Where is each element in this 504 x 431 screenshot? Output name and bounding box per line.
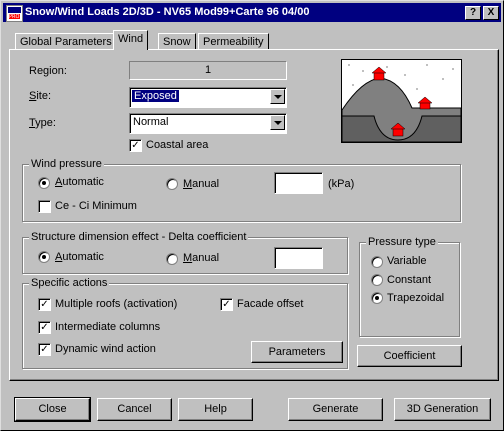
pressure-variable-label: Variable: [387, 255, 427, 267]
delta-coefficient-input[interactable]: [274, 247, 323, 269]
pressure-type-legend: Pressure type: [366, 236, 438, 248]
tab-label: Wind: [118, 33, 144, 45]
wind-pressure-automatic-label: Automatic: [55, 176, 104, 188]
structure-effect-legend: Structure dimension effect - Delta coeff…: [29, 231, 249, 243]
close-button[interactable]: Close: [14, 397, 91, 422]
region-field: 1: [129, 61, 287, 80]
svg-text:PRO: PRO: [9, 14, 19, 20]
tab-snow[interactable]: Snow: [158, 33, 196, 50]
intermediate-columns-label: Intermediate columns: [55, 321, 161, 333]
pressure-constant-radio[interactable]: [371, 274, 383, 286]
title-bar[interactable]: PRO Snow/Wind Loads 2D/3D - NV65 Mod99+C…: [3, 3, 501, 22]
tab-global-parameters[interactable]: Global Parameters: [15, 33, 117, 50]
dialog-window: PRO Snow/Wind Loads 2D/3D - NV65 Mod99+C…: [0, 0, 504, 431]
ce-ci-minimum-checkbox[interactable]: [38, 200, 51, 213]
coastal-area-checkbox[interactable]: ✓: [129, 139, 142, 152]
close-title-button[interactable]: X: [483, 6, 499, 20]
facade-offset-checkbox[interactable]: ✓: [220, 298, 233, 311]
pressure-variable-radio[interactable]: [371, 256, 383, 268]
region-value: 1: [204, 64, 212, 76]
window-title: Snow/Wind Loads 2D/3D - NV65 Mod99+Carte…: [25, 6, 310, 18]
dynamic-wind-label: Dynamic wind action: [55, 343, 156, 355]
type-select[interactable]: Normal: [129, 113, 287, 134]
terrain-illustration: [341, 59, 462, 143]
tab-label: Snow: [163, 36, 191, 48]
chevron-down-icon[interactable]: [270, 89, 285, 104]
kpa-unit-label: (kPa): [328, 178, 355, 190]
ce-ci-minimum-label: Ce - Ci Minimum: [55, 200, 137, 212]
structure-automatic-radio[interactable]: [38, 251, 50, 263]
coastal-area-label: Coastal area: [146, 139, 209, 151]
type-label: Type:: [29, 117, 56, 129]
region-label: Region:: [29, 65, 67, 77]
pressure-trapezoidal-label: Trapezoidal: [387, 292, 445, 304]
coefficient-button[interactable]: Coefficient: [357, 345, 462, 367]
site-value: Exposed: [132, 90, 179, 102]
wind-pressure-automatic-radio[interactable]: [38, 177, 50, 189]
specific-actions-legend: Specific actions: [29, 277, 110, 289]
tab-label: Permeability: [203, 36, 264, 48]
parameters-button[interactable]: Parameters: [251, 341, 343, 363]
structure-manual-radio[interactable]: [166, 253, 178, 265]
tab-label: Global Parameters: [20, 36, 112, 48]
wind-pressure-manual-label: Manual: [183, 178, 220, 190]
chevron-down-icon[interactable]: [270, 115, 285, 130]
generate-button[interactable]: Generate: [288, 398, 383, 421]
wind-pressure-input[interactable]: [274, 172, 323, 194]
multiple-roofs-label: Multiple roofs (activation): [55, 298, 178, 310]
wind-pressure-group: Wind pressure: [22, 158, 461, 222]
wind-pressure-legend: Wind pressure: [29, 158, 104, 170]
pressure-constant-label: Constant: [387, 274, 432, 286]
pressure-trapezoidal-radio[interactable]: [371, 292, 383, 304]
dynamic-wind-checkbox[interactable]: ✓: [38, 343, 51, 356]
site-select[interactable]: Exposed: [129, 87, 287, 108]
facade-offset-label: Facade offset: [237, 298, 304, 310]
intermediate-columns-checkbox[interactable]: ✓: [38, 321, 51, 334]
structure-automatic-label: Automatic: [55, 251, 104, 263]
tab-wind[interactable]: Wind: [113, 30, 149, 50]
type-value: Normal: [133, 116, 169, 128]
3d-generation-button[interactable]: 3D Generation: [394, 398, 491, 421]
cancel-button[interactable]: Cancel: [97, 398, 172, 421]
structure-manual-label: Manual: [183, 252, 220, 264]
tab-permeability[interactable]: Permeability: [198, 33, 269, 50]
site-label: Site:: [29, 90, 52, 102]
multiple-roofs-checkbox[interactable]: ✓: [38, 298, 51, 311]
help-button[interactable]: Help: [178, 398, 253, 421]
app-icon: PRO: [6, 5, 23, 22]
wind-pressure-manual-radio[interactable]: [166, 178, 178, 190]
help-title-button[interactable]: ?: [465, 6, 481, 20]
